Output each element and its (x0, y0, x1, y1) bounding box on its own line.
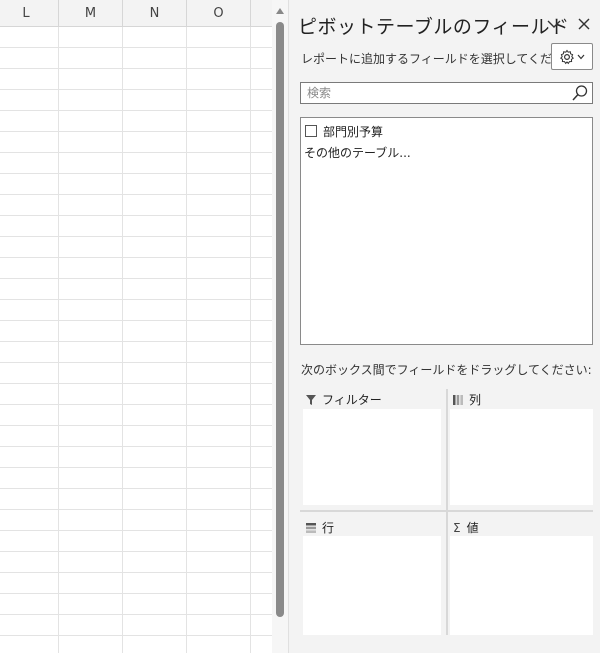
cell-grid[interactable] (0, 27, 272, 653)
gridline-horizontal (0, 383, 272, 384)
gridline-horizontal (0, 236, 272, 237)
close-pane-button[interactable] (574, 14, 594, 34)
area-divider-vertical[interactable] (446, 389, 448, 635)
gridline-horizontal (0, 404, 272, 405)
chevron-down-icon (577, 54, 585, 59)
pivot-fields-pane: ピボットテーブルのフィールド レポートに追加するフィールドを選択してください: (288, 0, 600, 653)
more-tables-link[interactable]: その他のテーブル... (304, 144, 411, 161)
column-header-p[interactable] (251, 0, 272, 27)
columns-drop-area[interactable] (450, 409, 593, 505)
gridline-horizontal (0, 530, 272, 531)
gridline-vertical (122, 27, 123, 653)
filter-icon (306, 394, 316, 405)
columns-icon (453, 394, 463, 405)
field-search-box[interactable] (300, 82, 593, 104)
column-header-l[interactable]: L (0, 0, 59, 27)
gridline-horizontal (0, 446, 272, 447)
scrollbar-thumb[interactable] (276, 22, 284, 617)
area-divider-horizontal[interactable] (300, 510, 593, 512)
sigma-icon: Σ (453, 520, 461, 535)
gridline-horizontal (0, 509, 272, 510)
gridline-horizontal (0, 278, 272, 279)
filters-area-label: フィルター (322, 393, 382, 407)
vertical-scrollbar[interactable] (272, 0, 288, 653)
pane-options-button[interactable] (544, 14, 564, 34)
column-header-n[interactable]: N (123, 0, 187, 27)
gridline-horizontal (0, 299, 272, 300)
gridline-horizontal (0, 152, 272, 153)
rows-drop-area[interactable] (303, 536, 441, 635)
columns-area-label: 列 (469, 393, 482, 407)
gridline-horizontal (0, 194, 272, 195)
column-header-row: L M N O (0, 0, 272, 27)
gridline-horizontal (0, 89, 272, 90)
field-search-input[interactable] (301, 83, 571, 103)
column-header-o[interactable]: O (187, 0, 251, 27)
gridline-horizontal (0, 47, 272, 48)
gridline-horizontal (0, 173, 272, 174)
choose-fields-label: レポートに追加するフィールドを選択してください: (301, 52, 581, 66)
filters-area-header: フィルター (306, 391, 382, 408)
field-label: 部門別予算 (323, 124, 384, 139)
layout-areas: フィルター 列 行 Σ 値 (300, 389, 593, 635)
rows-area-header: 行 (306, 519, 334, 536)
gridline-vertical (250, 27, 251, 653)
gridline-horizontal (0, 341, 272, 342)
gridline-horizontal (0, 215, 272, 216)
drag-instruction: 次のボックス間でフィールドをドラッグしてください: (301, 363, 592, 377)
gridline-horizontal (0, 257, 272, 258)
field-list: 部門別予算 その他のテーブル... (300, 117, 593, 345)
gridline-horizontal (0, 425, 272, 426)
rows-icon (306, 522, 316, 533)
gridline-vertical (186, 27, 187, 653)
columns-area-header: 列 (453, 391, 481, 408)
gridline-horizontal (0, 467, 272, 468)
pane-title: ピボットテーブルのフィールド (298, 16, 570, 38)
tools-button[interactable] (551, 43, 593, 70)
scroll-up-arrow-icon[interactable] (276, 8, 284, 14)
field-item[interactable]: 部門別予算 (305, 122, 383, 140)
column-header-m[interactable]: M (59, 0, 123, 27)
filters-drop-area[interactable] (303, 409, 441, 505)
gridline-horizontal (0, 320, 272, 321)
gridline-horizontal (0, 131, 272, 132)
excel-window: L M N O ピボットテーブルのフィールド レポートに追加するフィールドを選択… (0, 0, 600, 653)
rows-area-label: 行 (322, 521, 335, 535)
gridline-horizontal (0, 362, 272, 363)
values-drop-area[interactable] (450, 536, 593, 635)
gridline-vertical (58, 27, 59, 653)
gridline-horizontal (0, 635, 272, 636)
gridline-horizontal (0, 614, 272, 615)
chevron-down-icon (547, 20, 561, 28)
gridline-horizontal (0, 110, 272, 111)
search-icon[interactable] (571, 84, 589, 102)
gridline-horizontal (0, 593, 272, 594)
values-area-header: Σ 値 (453, 519, 479, 536)
field-checkbox[interactable] (305, 125, 317, 137)
gridline-horizontal (0, 488, 272, 489)
worksheet[interactable]: L M N O (0, 0, 272, 653)
gridline-horizontal (0, 551, 272, 552)
gridline-horizontal (0, 68, 272, 69)
gridline-horizontal (0, 572, 272, 573)
gear-icon (560, 49, 574, 64)
values-area-label: 値 (466, 521, 479, 535)
close-icon (578, 18, 590, 30)
